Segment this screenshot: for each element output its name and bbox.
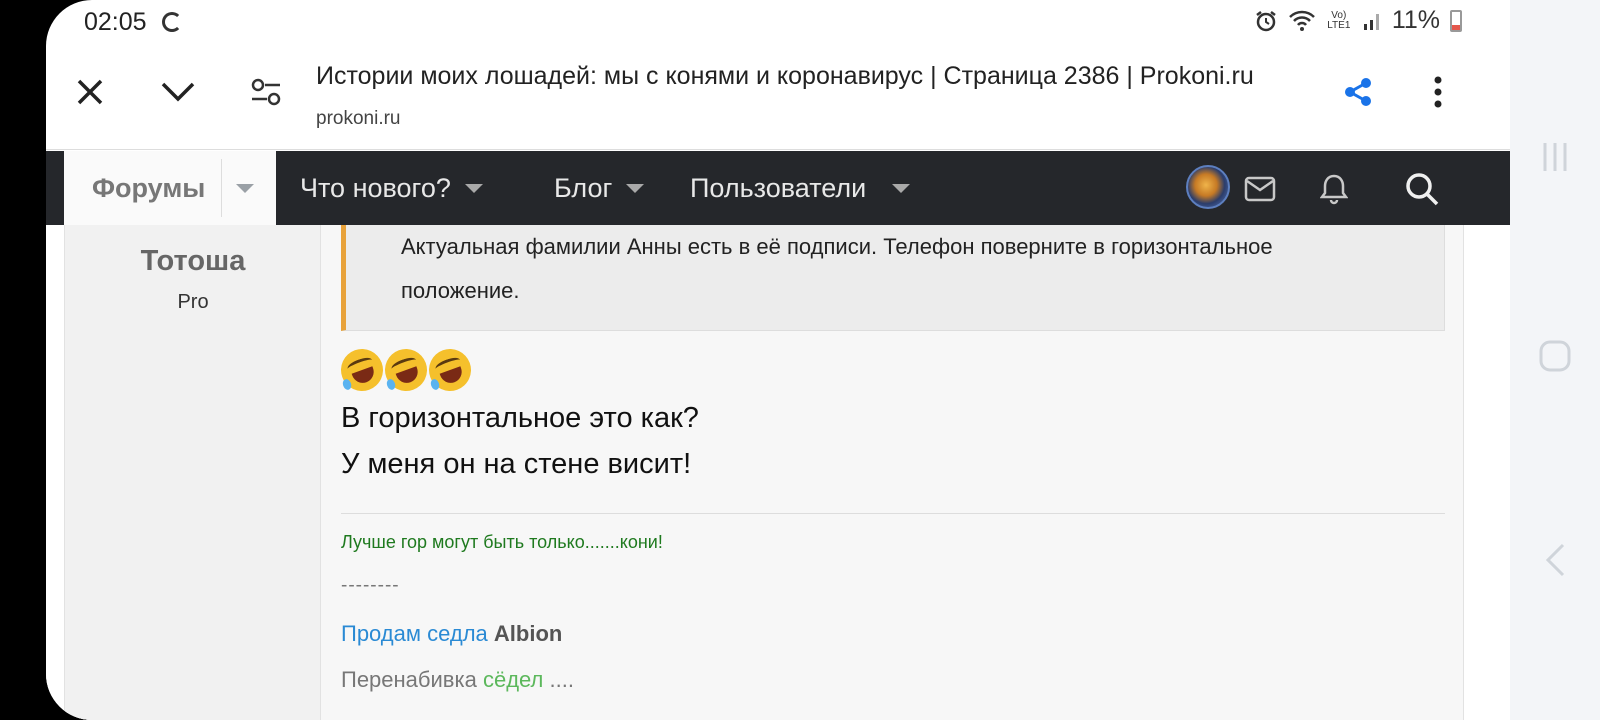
- page-content: Тотоша Pro Актуальная фамилии Анны есть …: [46, 225, 1510, 720]
- page-title: Истории моих лошадей: мы с конями и коро…: [316, 62, 1254, 90]
- quote-block: Актуальная фамилии Анны есть в её подпис…: [341, 225, 1445, 331]
- signal-icon: [1363, 13, 1379, 30]
- browser-toolbar: Истории моих лошадей: мы с конями и коро…: [46, 46, 1510, 150]
- quote-text: Актуальная фамилии Анны есть в её подпис…: [401, 225, 1441, 313]
- sync-icon: [162, 12, 182, 32]
- browser-window: 02:05 Vo) LTE1 11% Истории моих лошадей:…: [46, 0, 1510, 720]
- signature-sell-line: Продам седла Albion: [341, 621, 562, 647]
- tab-forums[interactable]: Форумы: [64, 151, 276, 225]
- rolling-on-floor-laughing-icon: [423, 343, 477, 397]
- page-url[interactable]: prokoni.ru: [316, 108, 401, 130]
- recent-apps-icon[interactable]: [1510, 140, 1600, 174]
- quote-line: Актуальная фамилии Анны есть в её подпис…: [401, 234, 1273, 259]
- home-icon[interactable]: [1510, 338, 1600, 374]
- post-message: В горизонтальное это как? У меня он на с…: [341, 395, 699, 487]
- tab-blog[interactable]: Блог: [554, 151, 645, 225]
- more-icon[interactable]: [1418, 72, 1458, 112]
- post-user-column: Тотоша Pro: [65, 225, 321, 720]
- restuffing-text: Перенабивка: [341, 667, 477, 692]
- system-navigation-bar: [1510, 0, 1600, 720]
- network-label: Vo) LTE1: [1327, 9, 1351, 31]
- search-icon[interactable]: [1402, 169, 1442, 209]
- rolling-on-floor-laughing-icon: [379, 343, 433, 397]
- avatar[interactable]: [1186, 165, 1230, 209]
- quote-line: положение.: [401, 278, 520, 303]
- message-line: У меня он на стене висит!: [341, 448, 692, 480]
- post-username[interactable]: Тотоша: [65, 245, 321, 278]
- status-indicators: Vo) LTE1 11%: [1254, 6, 1462, 35]
- rolling-on-floor-laughing-icon: [335, 343, 389, 397]
- battery-percent: 11%: [1391, 6, 1440, 34]
- chevron-down-icon: [464, 183, 483, 193]
- brand-name: Albion: [493, 621, 563, 646]
- tab-forums-label: Форумы: [92, 172, 206, 203]
- bell-icon[interactable]: [1314, 169, 1354, 209]
- forum-post: Тотоша Pro Актуальная фамилии Анны есть …: [64, 225, 1464, 720]
- sell-saddles-link[interactable]: Продам седла: [341, 621, 488, 646]
- signature-divider: [341, 513, 1445, 514]
- signature-dashes: --------: [341, 575, 400, 596]
- page-settings-icon[interactable]: [246, 72, 286, 112]
- wifi-icon: [1288, 10, 1315, 31]
- back-icon[interactable]: [1510, 542, 1600, 578]
- chevron-down-icon: [626, 183, 645, 193]
- share-icon[interactable]: [1338, 72, 1378, 112]
- ellipsis-text: ....: [549, 667, 574, 692]
- chevron-down-icon[interactable]: [236, 184, 254, 193]
- user-title: Pro: [177, 291, 209, 313]
- tab-members[interactable]: Пользователи: [690, 151, 911, 225]
- tab-members-label: Пользователи: [690, 172, 867, 203]
- chevron-down-icon: [892, 183, 911, 193]
- mail-icon[interactable]: [1240, 169, 1280, 209]
- chevron-down-icon[interactable]: [158, 72, 198, 112]
- tab-whats-new-label: Что нового?: [300, 172, 451, 203]
- signature-motto: Лучше гор могут быть только.......кони!: [341, 532, 663, 552]
- divider: [221, 159, 222, 217]
- battery-icon: [1450, 9, 1462, 32]
- status-time: 02:05: [84, 8, 147, 36]
- message-line: В горизонтальное это как?: [341, 402, 699, 434]
- close-icon[interactable]: [70, 72, 110, 112]
- signature-restuffing-line: Перенабивка сёдел ....: [341, 667, 574, 693]
- alarm-icon: [1256, 10, 1276, 31]
- saddles-text: сёдел: [482, 667, 544, 692]
- tab-whats-new[interactable]: Что нового?: [300, 151, 483, 225]
- emoji-group: [335, 343, 477, 397]
- forum-navigation: Форумы Что нового? Блог Пользователи: [46, 151, 1510, 225]
- tab-blog-label: Блог: [554, 172, 613, 203]
